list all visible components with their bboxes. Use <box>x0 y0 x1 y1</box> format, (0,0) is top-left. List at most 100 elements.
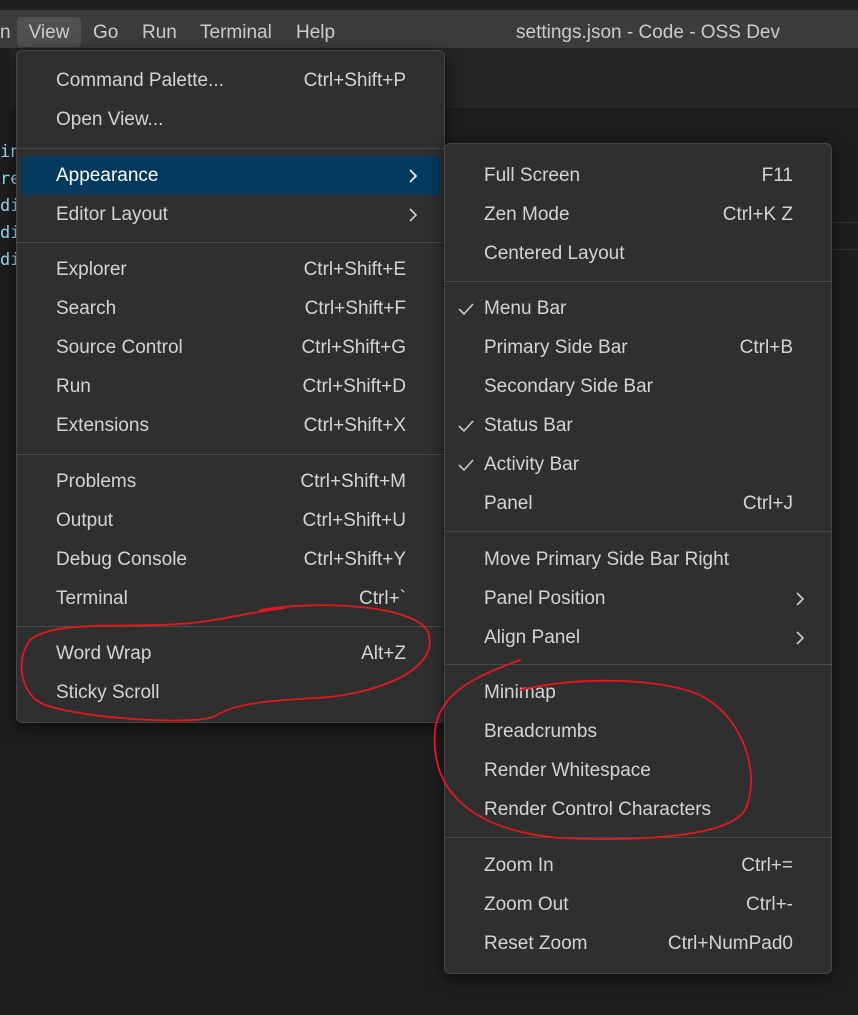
menu-item-appearance[interactable]: Appearance <box>21 156 440 195</box>
menu-item-label: Render Whitespace <box>484 760 651 781</box>
menu-item-shortcut: Ctrl+NumPad0 <box>667 933 793 954</box>
title-bar: n View Go Run Terminal Help settings.jso… <box>0 10 858 48</box>
menu-item-panel-position[interactable]: Panel Position <box>449 579 827 618</box>
menu-item-shortcut: Ctrl+J <box>742 493 793 514</box>
menu-item-label: Output <box>56 510 114 531</box>
menu-item-run[interactable]: Run Ctrl+Shift+D <box>21 367 440 406</box>
menu-item-move-primary-side-bar-right[interactable]: Move Primary Side Bar Right <box>449 540 827 579</box>
menu-item-centered-layout[interactable]: Centered Layout <box>449 234 827 273</box>
menu-item-align-panel[interactable]: Align Panel <box>449 618 827 657</box>
menu-item-label: Align Panel <box>484 627 581 648</box>
check-icon <box>458 459 474 472</box>
menu-item-zen-mode[interactable]: Zen Mode Ctrl+K Z <box>449 195 827 234</box>
menu-item-output[interactable]: Output Ctrl+Shift+U <box>21 501 440 540</box>
menu-item-word-wrap[interactable]: Word Wrap Alt+Z <box>21 634 440 673</box>
menu-item-label: Panel Position <box>484 588 606 609</box>
top-strip <box>0 0 858 10</box>
menu-item-shortcut: Ctrl+Shift+Y <box>303 549 406 570</box>
menu-item-extensions[interactable]: Extensions Ctrl+Shift+X <box>21 406 440 445</box>
menu-run[interactable]: Run <box>142 10 177 48</box>
menu-item-label: Debug Console <box>56 549 187 570</box>
menu-item-label: Zoom In <box>484 855 554 876</box>
menu-item-shortcut: Ctrl+Shift+G <box>301 337 406 358</box>
menu-item-label: Terminal <box>56 588 128 609</box>
separator <box>17 454 444 455</box>
active-tab[interactable] <box>0 48 10 108</box>
menu-item-primary-side-bar[interactable]: Primary Side Bar Ctrl+B <box>449 328 827 367</box>
separator <box>17 626 444 627</box>
menu-view[interactable]: View <box>17 17 81 47</box>
menu-item-label: Word Wrap <box>56 643 152 664</box>
menu-item-shortcut: Ctrl+Shift+F <box>304 298 406 319</box>
menu-item-menu-bar[interactable]: Menu Bar <box>449 289 827 328</box>
menu-item-sticky-scroll[interactable]: Sticky Scroll <box>21 673 440 712</box>
menu-item-label: Move Primary Side Bar Right <box>484 549 729 570</box>
menu-item-zoom-out[interactable]: Zoom Out Ctrl+- <box>449 885 827 924</box>
menu-go[interactable]: Go <box>93 10 118 48</box>
menu-item-source-control[interactable]: Source Control Ctrl+Shift+G <box>21 328 440 367</box>
menu-item-breadcrumbs[interactable]: Breadcrumbs <box>449 712 827 751</box>
chevron-right-icon <box>796 631 805 645</box>
menu-item-shortcut: Ctrl+Shift+P <box>303 70 406 91</box>
chevron-right-icon <box>796 592 805 606</box>
menu-item-label: Source Control <box>56 337 183 358</box>
separator <box>445 281 831 282</box>
menu-item-problems[interactable]: Problems Ctrl+Shift+M <box>21 462 440 501</box>
menu-item-open-view[interactable]: Open View... <box>21 100 440 139</box>
menu-item-shortcut: Ctrl+` <box>359 588 406 609</box>
menu-item-render-control-characters[interactable]: Render Control Characters <box>449 790 827 829</box>
menu-item-label: Explorer <box>56 259 127 280</box>
menu-item-shortcut: Ctrl+Shift+M <box>300 471 406 492</box>
menu-item-label: Breadcrumbs <box>484 721 597 742</box>
separator <box>445 837 831 838</box>
menu-item-label: Panel <box>484 493 533 514</box>
menu-item-label: Zoom Out <box>484 894 569 915</box>
menu-item-debug-console[interactable]: Debug Console Ctrl+Shift+Y <box>21 540 440 579</box>
menu-item-label: Activity Bar <box>484 454 580 475</box>
menu-item-full-screen[interactable]: Full Screen F11 <box>449 156 827 195</box>
menu-item-editor-layout[interactable]: Editor Layout <box>21 195 440 234</box>
menu-item-label: Menu Bar <box>484 298 567 319</box>
menu-item-shortcut: Ctrl+Shift+D <box>302 376 406 397</box>
menu-item-label: Problems <box>56 471 137 492</box>
menu-item-shortcut: Ctrl+= <box>741 855 793 876</box>
menu-item-search[interactable]: Search Ctrl+Shift+F <box>21 289 440 328</box>
menu-item-label: Appearance <box>56 165 159 186</box>
chevron-right-icon <box>409 208 418 222</box>
menu-item-label: Primary Side Bar <box>484 337 628 358</box>
menu-item-shortcut: Ctrl+K Z <box>722 204 793 225</box>
menu-item-label: Reset Zoom <box>484 933 588 954</box>
menu-item-secondary-side-bar[interactable]: Secondary Side Bar <box>449 367 827 406</box>
menu-item-label: Centered Layout <box>484 243 625 264</box>
chevron-right-icon <box>409 169 418 183</box>
menu-item-panel[interactable]: Panel Ctrl+J <box>449 484 827 523</box>
menu-item-label: Secondary Side Bar <box>484 376 653 397</box>
menu-item-render-whitespace[interactable]: Render Whitespace <box>449 751 827 790</box>
separator <box>17 242 444 243</box>
menu-item-status-bar[interactable]: Status Bar <box>449 406 827 445</box>
menu-item-minimap[interactable]: Minimap <box>449 673 827 712</box>
menu-item-terminal[interactable]: Terminal Ctrl+` <box>21 579 440 618</box>
menu-item-label: Editor Layout <box>56 204 168 225</box>
menu-item-label: Render Control Characters <box>484 799 712 820</box>
menu-item-activity-bar[interactable]: Activity Bar <box>449 445 827 484</box>
menu-item-shortcut: Ctrl+Shift+E <box>303 259 406 280</box>
menu-item-reset-zoom[interactable]: Reset Zoom Ctrl+NumPad0 <box>449 924 827 963</box>
separator <box>445 531 831 532</box>
menu-help[interactable]: Help <box>296 10 335 48</box>
appearance-submenu: Full Screen F11 Zen Mode Ctrl+K Z Center… <box>444 143 832 974</box>
menu-item-explorer[interactable]: Explorer Ctrl+Shift+E <box>21 250 440 289</box>
menu-terminal[interactable]: Terminal <box>200 10 272 48</box>
check-icon <box>458 420 474 433</box>
menu-item-label: Run <box>56 376 91 397</box>
menu-item-shortcut: Ctrl+- <box>746 894 793 915</box>
menu-item-label: Zen Mode <box>484 204 570 225</box>
menu-partial-item[interactable]: n <box>0 10 11 48</box>
menu-item-shortcut: Ctrl+Shift+U <box>302 510 406 531</box>
separator <box>445 664 831 665</box>
menu-item-label: Command Palette... <box>56 70 224 91</box>
menu-item-label: Search <box>56 298 117 319</box>
menu-item-shortcut: Ctrl+B <box>739 337 793 358</box>
menu-item-zoom-in[interactable]: Zoom In Ctrl+= <box>449 846 827 885</box>
menu-item-command-palette[interactable]: Command Palette... Ctrl+Shift+P <box>21 61 440 100</box>
